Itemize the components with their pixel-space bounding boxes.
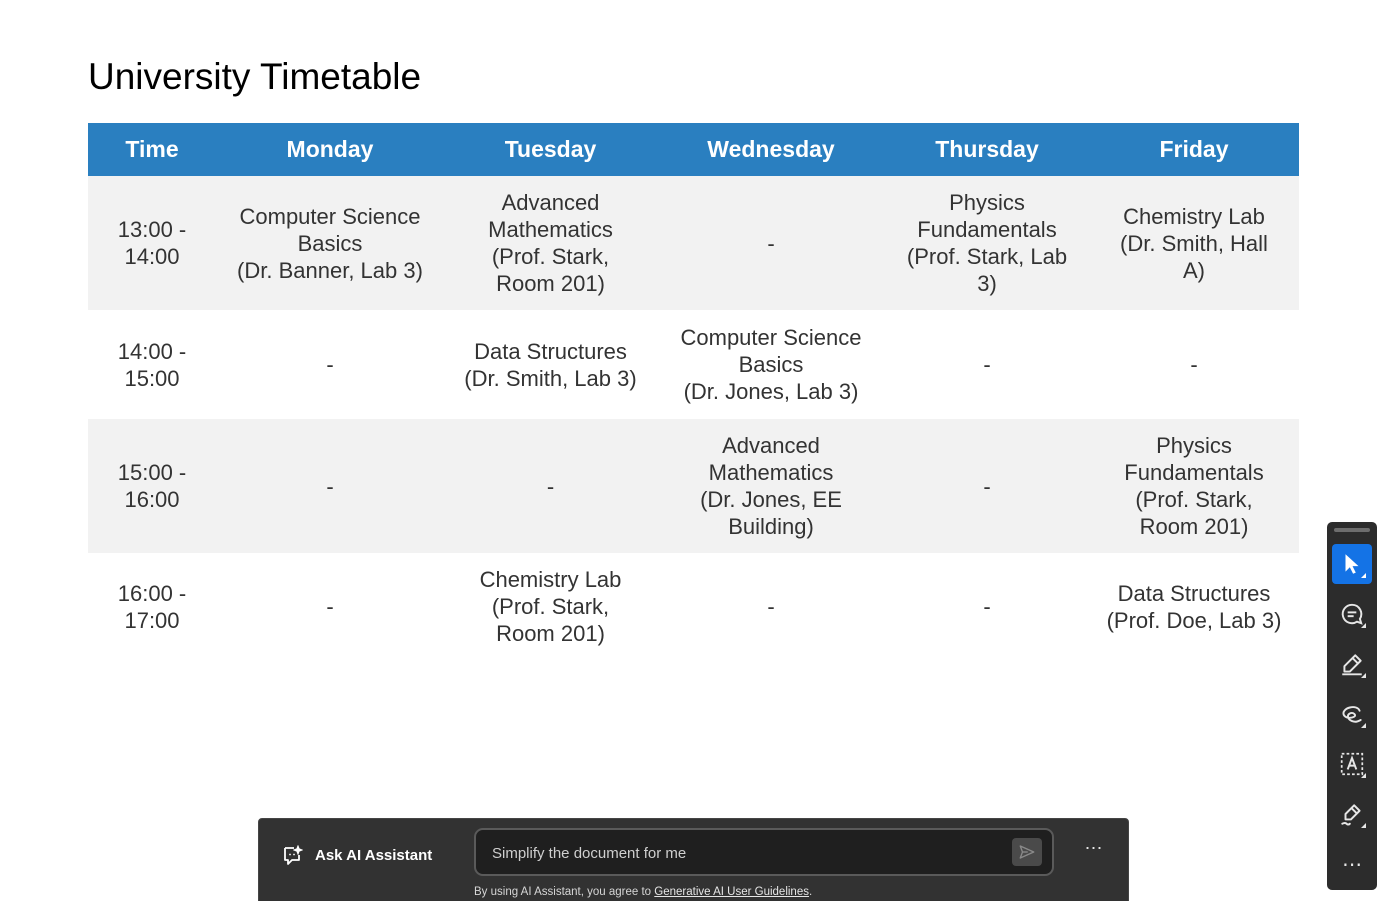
send-icon — [1019, 845, 1035, 859]
table-row: 14:00 - 15:00 - Data Structures (Dr. Smi… — [88, 310, 1299, 419]
header-time: Time — [88, 123, 216, 176]
header-wednesday: Wednesday — [657, 123, 885, 176]
highlight-tool-button[interactable] — [1332, 644, 1372, 684]
class-cell: Computer Science Basics (Dr. Banner, Lab… — [216, 176, 444, 310]
send-button[interactable] — [1012, 838, 1042, 866]
class-cell: Chemistry Lab (Dr. Smith, Hall A) — [1089, 176, 1299, 310]
ai-prompt-box — [474, 828, 1054, 876]
disclaimer-suffix: . — [808, 886, 813, 898]
comment-tool-button[interactable] — [1332, 594, 1372, 634]
more-icon: ⋯ — [1342, 853, 1362, 876]
header-friday: Friday — [1089, 123, 1299, 176]
timetable: Time Monday Tuesday Wednesday Thursday F… — [88, 123, 1299, 660]
ai-prompt-input[interactable] — [490, 838, 994, 868]
header-tuesday: Tuesday — [444, 123, 657, 176]
class-cell: Data Structures (Dr. Smith, Lab 3) — [444, 310, 657, 419]
class-cell: - — [216, 419, 444, 553]
sign-tool-button[interactable] — [1332, 794, 1372, 834]
timetable-header-row: Time Monday Tuesday Wednesday Thursday F… — [88, 123, 1299, 176]
class-cell: Advanced Mathematics (Prof. Stark, Room … — [444, 176, 657, 310]
time-cell: 16:00 - 17:00 — [88, 553, 216, 660]
ask-ai-assistant-label: Ask AI Assistant — [315, 846, 433, 864]
class-cell: - — [885, 310, 1089, 419]
page-title: University Timetable — [88, 56, 422, 97]
class-cell: - — [885, 419, 1089, 553]
select-tool-button[interactable] — [1332, 544, 1372, 584]
class-cell: - — [657, 176, 885, 310]
disclaimer-text: By using AI Assistant, you agree to — [474, 886, 655, 898]
ai-more-options-button[interactable]: ⋯ — [1081, 837, 1107, 865]
ai-disclaimer: By using AI Assistant, you agree to Gene… — [474, 886, 812, 898]
ask-ai-assistant-button[interactable]: Ask AI Assistant — [281, 842, 432, 868]
draw-tool-button[interactable] — [1332, 694, 1372, 734]
class-cell: Physics Fundamentals (Prof. Stark, Room … — [1089, 419, 1299, 553]
text-box-tool-button[interactable] — [1332, 744, 1372, 784]
time-cell: 13:00 - 14:00 — [88, 176, 216, 310]
class-cell: - — [885, 553, 1089, 660]
class-cell: Advanced Mathematics (Dr. Jones, EE Buil… — [657, 419, 885, 553]
class-cell: Computer Science Basics (Dr. Jones, Lab … — [657, 310, 885, 419]
table-row: 16:00 - 17:00 - Chemistry Lab (Prof. Sta… — [88, 553, 1299, 660]
class-cell: Physics Fundamentals (Prof. Stark, Lab 3… — [885, 176, 1089, 310]
class-cell: - — [216, 553, 444, 660]
class-cell: - — [444, 419, 657, 553]
time-cell: 14:00 - 15:00 — [88, 310, 216, 419]
table-row: 15:00 - 16:00 - - Advanced Mathematics (… — [88, 419, 1299, 553]
ai-assistant-bar: Ask AI Assistant ⋯ By using AI Assistant… — [258, 818, 1129, 901]
rail-drag-handle[interactable] — [1334, 528, 1370, 532]
table-row: 13:00 - 14:00 Computer Science Basics (D… — [88, 176, 1299, 310]
tool-rail: ⋯ — [1327, 522, 1377, 890]
class-cell: - — [1089, 310, 1299, 419]
more-tools-button[interactable]: ⋯ — [1332, 844, 1372, 884]
ai-assistant-icon — [284, 845, 303, 865]
time-cell: 15:00 - 16:00 — [88, 419, 216, 553]
guidelines-link[interactable]: Generative AI User Guidelines — [654, 886, 809, 898]
class-cell: Chemistry Lab (Prof. Stark, Room 201) — [444, 553, 657, 660]
header-monday: Monday — [216, 123, 444, 176]
class-cell: - — [216, 310, 444, 419]
class-cell: - — [657, 553, 885, 660]
class-cell: Data Structures (Prof. Doe, Lab 3) — [1089, 553, 1299, 660]
header-thursday: Thursday — [885, 123, 1089, 176]
